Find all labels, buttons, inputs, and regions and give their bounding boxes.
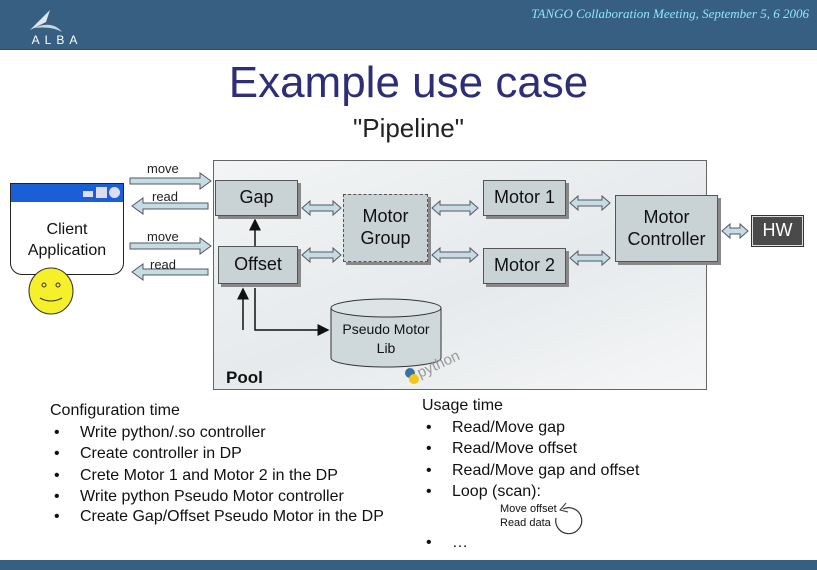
usage-last-item: … (422, 534, 468, 552)
usage-list: Usage time Read/Move gap Read/Move offse… (422, 395, 639, 503)
read-label-1: read (152, 189, 179, 204)
double-arrow-ctrl-hw (721, 222, 749, 240)
list-item: Loop (scan): (422, 481, 639, 503)
client-application-label: Client Application (27, 221, 107, 259)
pseudo-motor-lib-label: Pseudo Motor Lib (342, 321, 430, 356)
motor-group-box: Motor Group (343, 194, 428, 262)
double-arrow-motor2-ctrl (569, 249, 611, 267)
configuration-heading: Configuration time (50, 402, 180, 419)
move-label-2: move (147, 229, 179, 244)
usage-heading: Usage time (422, 397, 503, 414)
hw-box: HW (751, 215, 804, 247)
smiley-user-icon (28, 267, 74, 315)
list-item: Read/Move gap (422, 417, 639, 439)
footer-bar (0, 560, 817, 570)
double-arrow-offset-group (301, 246, 342, 264)
minimize-icon (83, 191, 93, 197)
list-item: Read/Move gap and offset (422, 460, 639, 482)
list-item: Read/Move offset (422, 438, 639, 460)
configuration-list: Configuration time Write python/.so cont… (50, 400, 420, 526)
double-arrow-group-motor1 (431, 199, 479, 217)
client-application-window: Client Application (10, 183, 124, 275)
gap-box: Gap (215, 180, 298, 216)
list-item: Write python Pseudo Motor controller (50, 486, 420, 508)
list-item: … (422, 534, 468, 552)
list-item: Write python/.so controller (50, 422, 420, 444)
list-item: Crete Motor 1 and Motor 2 in the DP (50, 465, 420, 487)
loop-cycle-icon (555, 502, 583, 535)
move-label-1: move (147, 161, 179, 176)
close-icon (109, 187, 120, 198)
list-item: Create controller in DP (50, 443, 420, 465)
loop-steps: Move offset Read data (500, 503, 557, 529)
double-arrow-gap-group (301, 199, 342, 217)
maximize-icon (96, 187, 107, 198)
offset-box: Offset (218, 246, 298, 284)
double-arrow-motor1-ctrl (569, 194, 611, 212)
motor-controller-box: Motor Controller (615, 195, 718, 262)
window-title-bar (11, 184, 123, 202)
read-label-2: read (150, 257, 177, 272)
list-item: Create Gap/Offset Pseudo Motor in the DP (50, 508, 420, 526)
motor1-box: Motor 1 (483, 180, 566, 216)
motor2-box: Motor 2 (483, 248, 566, 284)
double-arrow-group-motor2 (431, 246, 479, 264)
